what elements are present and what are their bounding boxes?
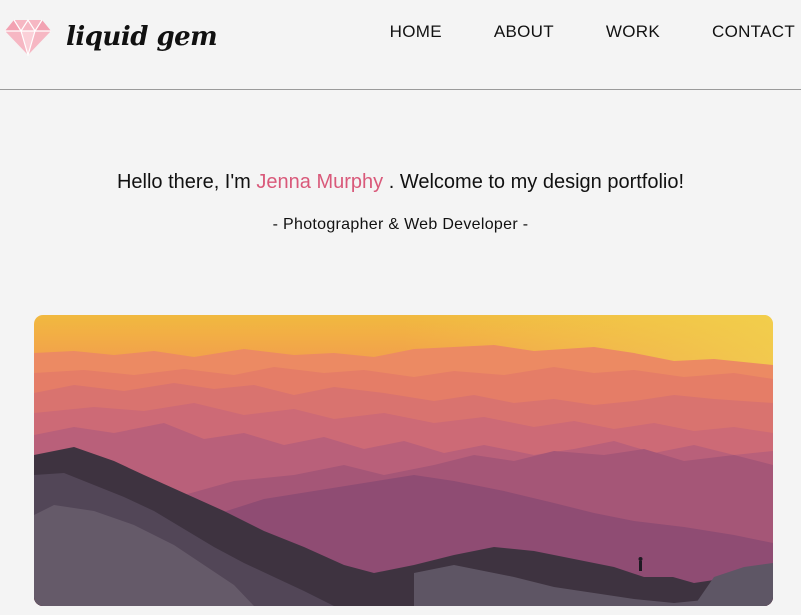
intro-prefix: Hello there, I'm — [116, 171, 251, 193]
nav-work-link[interactable]: WORK — [606, 22, 660, 42]
intro-suffix: . Welcome to my design portfolio! — [388, 171, 685, 193]
diamond-icon — [4, 18, 52, 56]
main-nav: HOME ABOUT WORK CONTACT — [390, 22, 795, 42]
logo-text: liquid gem — [66, 22, 218, 52]
author-name: Jenna Murphy — [256, 171, 384, 193]
subtitle: - Photographer & Web Developer - — [272, 216, 529, 233]
hero-image — [34, 315, 773, 606]
nav-about-link[interactable]: ABOUT — [494, 22, 554, 42]
intro-heading: Hello there, I'm Jenna Murphy . Welcome … — [0, 171, 801, 194]
logo[interactable]: liquid gem — [4, 18, 218, 56]
nav-home-link[interactable]: HOME — [390, 22, 442, 42]
site-header: liquid gem HOME ABOUT WORK CONTACT — [0, 0, 801, 90]
nav-contact-link[interactable]: CONTACT — [712, 22, 795, 42]
